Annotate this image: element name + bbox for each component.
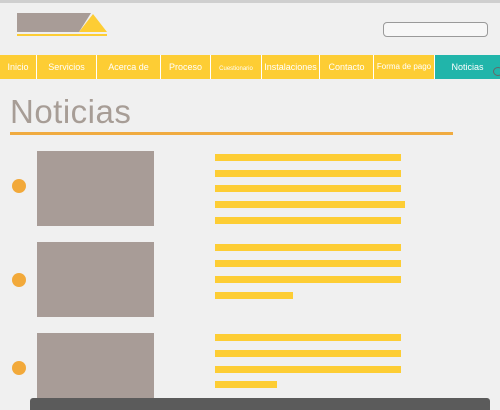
text-line [215,334,401,341]
nav-item-proceso[interactable]: Proceso [161,55,211,79]
search-input[interactable] [383,22,488,37]
text-line [215,201,405,208]
bullet-icon [12,273,26,287]
text-line [215,350,401,357]
nav-item-acerca-de[interactable]: Acerca de [97,55,161,79]
text-line [215,366,401,373]
page-title: Noticias [10,93,132,130]
tab-curl-icon [493,67,500,76]
text-line [215,154,401,161]
main-nav: Inicio Servicios Acerca de Proceso Cuest… [0,55,500,79]
bullet-icon [12,361,26,375]
nav-item-instalaciones[interactable]: Instalaciones [262,55,320,79]
text-line [215,170,401,177]
bullet-icon [12,179,26,193]
news-item[interactable] [0,333,500,408]
title-divider [10,132,453,135]
top-border [0,0,500,3]
logo-icon[interactable] [17,10,109,37]
text-line [215,276,401,283]
nav-item-inicio[interactable]: Inicio [0,55,37,79]
image-placeholder-icon[interactable] [37,333,154,408]
nav-item-servicios[interactable]: Servicios [37,55,97,79]
text-line [215,292,293,299]
nav-item-contacto[interactable]: Contacto [320,55,374,79]
text-line [215,217,401,224]
nav-item-forma-de-pago[interactable]: Forma de pago [374,55,435,79]
text-line [215,185,401,192]
text-line [215,260,401,267]
text-line [215,381,277,388]
nav-item-noticias[interactable]: Noticias [435,55,500,79]
text-line [215,244,401,251]
news-item[interactable] [0,151,500,226]
news-item[interactable] [0,242,500,317]
image-placeholder-icon[interactable] [37,151,154,226]
image-placeholder-icon[interactable] [37,242,154,317]
nav-item-cuestionario[interactable]: Cuestionario [211,55,262,79]
bottom-toolbar [30,398,490,410]
nav-item-noticias-label: Noticias [451,62,484,72]
